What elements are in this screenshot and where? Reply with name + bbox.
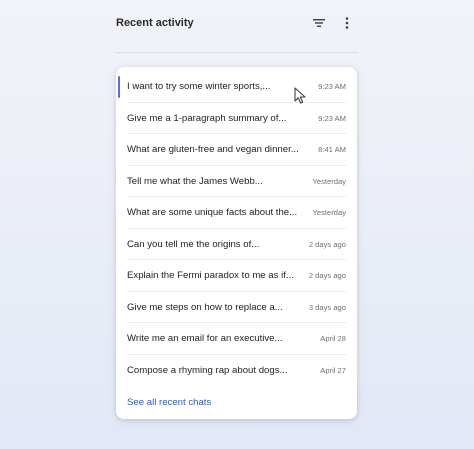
chat-item[interactable]: What are some unique facts about the... … xyxy=(116,197,357,229)
header-divider xyxy=(116,52,358,53)
chat-item-title: Can you tell me the origins of... xyxy=(127,238,260,250)
chat-item[interactable]: Give me a 1-paragraph summary of... 9:23… xyxy=(116,103,357,135)
chat-item-time: 8:41 AM xyxy=(318,145,346,155)
chat-item[interactable]: Give me steps on how to replace a... 3 d… xyxy=(116,292,357,324)
filter-icon[interactable] xyxy=(308,12,330,34)
chat-item[interactable]: Write me an email for an executive... Ap… xyxy=(116,323,357,355)
chat-item[interactable]: Tell me what the James Webb... Yesterday xyxy=(116,166,357,198)
chat-item-time: 9:23 AM xyxy=(318,82,346,92)
chat-item-time: 2 days ago xyxy=(308,239,346,249)
chat-item-time: Yesterday xyxy=(312,176,347,186)
chat-item-title: Tell me what the James Webb... xyxy=(127,175,263,187)
chat-item[interactable]: Can you tell me the origins of... 2 days… xyxy=(116,229,357,261)
recent-chats-card: I want to try some winter sports,... 9:2… xyxy=(116,67,357,419)
chat-item-time: 9:23 AM xyxy=(318,113,346,123)
chat-item-time: 3 days ago xyxy=(308,302,346,312)
chat-item-title: Give me a 1-paragraph summary of... xyxy=(127,112,287,124)
more-vert-icon[interactable] xyxy=(336,12,358,34)
recent-activity-header: Recent activity xyxy=(116,8,358,38)
chat-item-title: Explain the Fermi paradox to me as if... xyxy=(127,270,294,282)
recent-chats-list: I want to try some winter sports,... 9:2… xyxy=(116,67,357,386)
chat-item-time: Yesterday xyxy=(312,208,347,218)
mouse-pointer-icon xyxy=(294,87,306,104)
see-all-recent-chats-link[interactable]: See all recent chats xyxy=(127,397,357,408)
chat-item-title: Compose a rhyming rap about dogs... xyxy=(127,364,288,376)
chat-item-time: April 27 xyxy=(320,365,346,375)
chat-item-title: Give me steps on how to replace a... xyxy=(127,301,283,313)
chat-item-time: April 28 xyxy=(320,334,346,344)
section-title: Recent activity xyxy=(116,17,194,29)
chat-item[interactable]: What are gluten-free and vegan dinner...… xyxy=(116,134,357,166)
chat-item[interactable]: I want to try some winter sports,... 9:2… xyxy=(116,71,357,103)
chat-item[interactable]: Explain the Fermi paradox to me as if...… xyxy=(116,260,357,292)
chat-item-title: What are some unique facts about the... xyxy=(127,207,298,219)
chat-item-title: I want to try some winter sports,... xyxy=(127,81,271,93)
chat-item-time: 2 days ago xyxy=(308,271,346,281)
chat-item-title: What are gluten-free and vegan dinner... xyxy=(127,144,299,156)
chat-item-title: Write me an email for an executive... xyxy=(127,333,283,345)
chat-item[interactable]: Compose a rhyming rap about dogs... Apri… xyxy=(116,355,357,387)
